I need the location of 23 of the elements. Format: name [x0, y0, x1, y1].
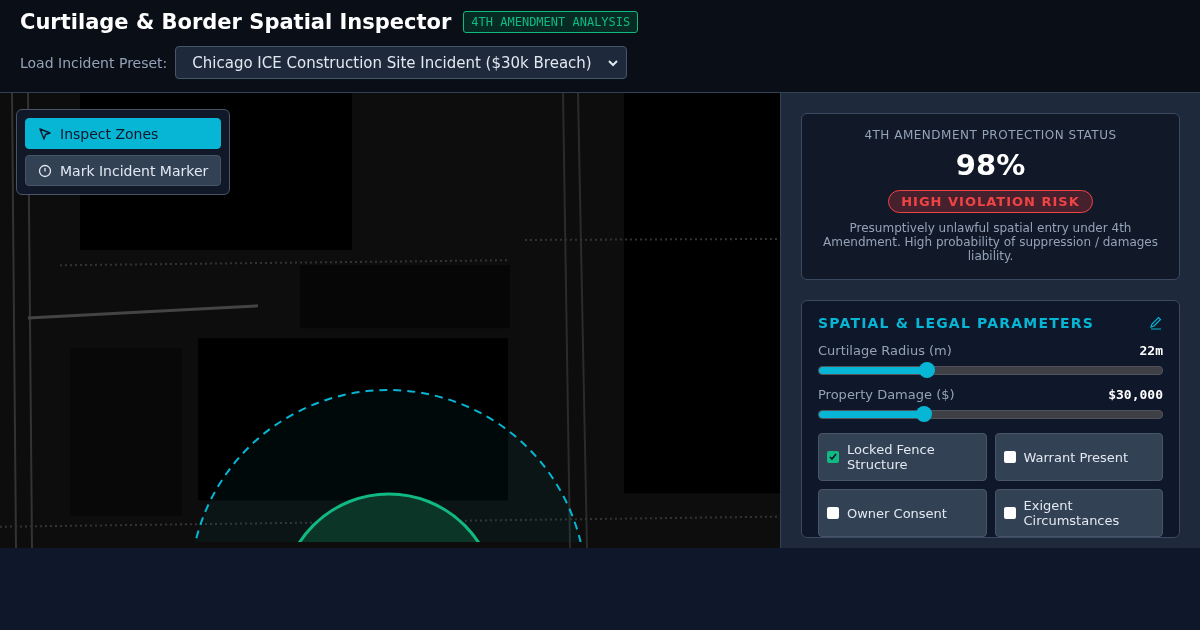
- parameters-title: SPATIAL & LEGAL PARAMETERS: [818, 315, 1094, 331]
- toggle-option[interactable]: Owner Consent: [818, 489, 987, 537]
- analysis-badge: 4TH AMENDMENT ANALYSIS: [463, 11, 639, 33]
- slider-value: 22m: [1139, 343, 1163, 358]
- toggle-label: Locked Fence Structure: [847, 442, 936, 472]
- tool-button[interactable]: Inspect Zones: [25, 118, 222, 149]
- tool-button[interactable]: Mark Incident Marker: [25, 155, 222, 186]
- slider-label: Property Damage ($): [818, 387, 955, 402]
- preset-label: Load Incident Preset:: [20, 54, 168, 71]
- slider-value: $30,000: [1108, 387, 1163, 402]
- toggle-option[interactable]: Warrant Present: [994, 433, 1163, 481]
- preset-dropdown[interactable]: Chicago ICE Construction Site Incident ($30k Breach): [175, 46, 627, 79]
- protection-score: 98%: [955, 148, 1026, 182]
- status-heading: 4TH AMENDMENT PROTECTION STATUS: [864, 128, 1117, 142]
- toggle-label: Owner Consent: [847, 505, 947, 521]
- status-description: Presumptively unlawful spatial entry under 4th Amendment. High probability of suppression / damages liability.: [822, 221, 1159, 263]
- toggle-option[interactable]: Exigent Circumstances: [994, 489, 1163, 537]
- toggle-label: Exigent Circumstances: [1023, 498, 1121, 528]
- toggle-label: Warrant Present: [1023, 449, 1129, 465]
- slider-label: Curtilage Radius (m): [818, 343, 952, 358]
- app-title: Curtilage & Border Spatial Inspector: [20, 10, 452, 34]
- toggle-option[interactable]: Locked Fence Structure: [818, 433, 987, 481]
- risk-badge: HIGH VIOLATION RISK: [888, 190, 1093, 213]
